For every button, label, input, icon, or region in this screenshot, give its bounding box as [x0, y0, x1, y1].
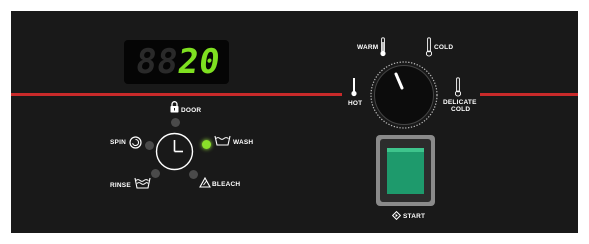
rinse-label: RINSE	[110, 182, 131, 189]
bleach-label: BLEACH	[212, 181, 241, 188]
start-button-face[interactable]	[387, 148, 424, 194]
clock-icon	[155, 132, 194, 171]
thermometer-icon-cold	[426, 37, 432, 57]
bleach-indicator-light	[189, 170, 198, 179]
temperature-dial[interactable]	[370, 61, 438, 129]
temp-cold-label[interactable]: COLD	[434, 44, 453, 51]
temp-delicate-label-line2[interactable]: COLD	[451, 106, 470, 113]
thermometer-icon-delicate	[455, 77, 461, 97]
start-button[interactable]	[376, 135, 435, 206]
start-diamond-icon	[392, 211, 401, 220]
red-trim-stripe-left	[11, 93, 342, 96]
temp-delicate-label-line1[interactable]: DELICATE	[443, 99, 477, 106]
time-display: 8 8 2 0	[124, 40, 229, 84]
thermometer-icon-hot	[351, 78, 357, 97]
washer-control-panel: 8 8 2 0 DOOR SPIN WASH RINSE BLEACH HOT …	[0, 0, 589, 244]
temp-warm-label[interactable]: WARM	[357, 44, 378, 51]
spin-label: SPIN	[110, 139, 126, 146]
start-button-bezel[interactable]	[380, 139, 431, 202]
door-label: DOOR	[181, 107, 202, 114]
spin-indicator-light	[145, 141, 154, 150]
lock-icon	[170, 101, 179, 113]
thermometer-icon-warm	[380, 37, 386, 57]
wash-label: WASH	[233, 139, 254, 146]
wash-tub-icon	[214, 135, 231, 146]
bleach-triangle-icon	[199, 177, 211, 188]
display-digit-4: 0	[196, 42, 223, 82]
spin-icon	[129, 136, 142, 149]
rinse-indicator-light	[151, 169, 160, 178]
temp-hot-label[interactable]: HOT	[348, 100, 362, 107]
start-label: START	[403, 213, 426, 220]
rinse-tub-icon	[134, 177, 151, 189]
door-indicator-light	[171, 118, 180, 127]
red-trim-stripe-right	[480, 93, 578, 96]
console-face	[11, 11, 578, 233]
wash-indicator-light	[202, 140, 211, 149]
